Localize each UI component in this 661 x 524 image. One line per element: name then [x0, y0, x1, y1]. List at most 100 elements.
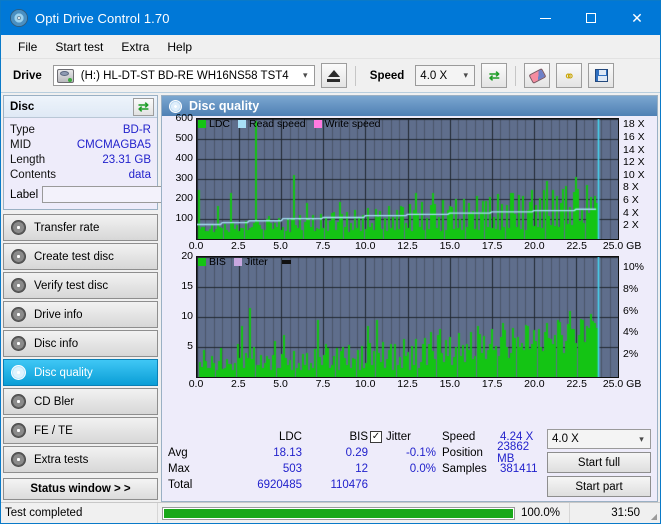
x-tick: 25.0 GB — [602, 240, 642, 252]
legend-label-read-speed: Read speed — [249, 118, 306, 130]
disc-row-type-value: BD-R — [122, 123, 151, 136]
ldc-plot-area[interactable] — [196, 118, 619, 240]
eject-button[interactable] — [320, 63, 347, 88]
jitter-checkbox[interactable]: ✓ — [370, 431, 382, 443]
resize-grip[interactable]: ◢ — [648, 503, 660, 523]
minimize-button[interactable] — [522, 1, 568, 35]
status-bar: Test completed 100.0% 31:50 ◢ — [1, 502, 660, 523]
sidebar-item-label: Disc quality — [34, 366, 93, 379]
speed-row-label: Speed — [442, 431, 476, 443]
y2-tick: 16 X — [623, 130, 645, 143]
y2-tick: 8% — [623, 282, 639, 295]
start-part-button[interactable]: Start part — [547, 476, 651, 497]
speed-select[interactable]: 4.0 X ▾ — [415, 65, 476, 86]
y2-tick: 18 X — [623, 118, 645, 131]
sidebar-item-create-test-disc[interactable]: Create test disc — [3, 243, 158, 270]
sidebar-item-label: Transfer rate — [34, 221, 100, 234]
sidebar-item-fe-te[interactable]: FE / TE — [3, 417, 158, 444]
x-tick: 20.0 — [524, 240, 545, 252]
sidebar-item-transfer-rate[interactable]: Transfer rate — [3, 214, 158, 241]
stats-row-total-label: Total — [168, 479, 193, 491]
x-tick: 22.5 — [566, 240, 587, 252]
y-tick: 100 — [175, 212, 193, 224]
chevron-down-icon: ▾ — [303, 70, 308, 80]
legend-label-ldc: LDC — [209, 118, 231, 130]
x-tick: 17.5 — [481, 240, 503, 252]
maximize-button[interactable] — [568, 1, 614, 35]
disc-row-contents-value: data — [128, 168, 151, 181]
sidebar-item-disc-quality[interactable]: Disc quality — [3, 359, 158, 386]
toolbar-divider-1 — [354, 65, 356, 86]
progress-bar — [162, 506, 515, 520]
eraser-icon — [528, 67, 547, 84]
charts-area: LDC Read speed Write speed 100 200 300 400 5… — [162, 112, 657, 426]
minimize-icon — [539, 17, 551, 19]
ldc-legend: LDC Read speed Write speed — [198, 118, 386, 130]
sidebar-item-extra-tests[interactable]: Extra tests — [3, 446, 158, 473]
jitter-avg-value: -0.1% — [405, 447, 436, 459]
app-disc-icon — [10, 9, 28, 27]
stats-header-ldc: LDC — [278, 431, 302, 443]
drive-select[interactable]: (H:) HL-DT-ST BD-RE WH16NS58 TST4 ▾ — [52, 65, 315, 86]
legend-swatch-read-speed — [238, 120, 247, 128]
start-full-button[interactable]: Start full — [547, 452, 651, 473]
action-column: 4.0 X ▾ Start full Start part — [547, 429, 651, 497]
y-tick: 600 — [175, 112, 193, 124]
legend-swatch-write-speed — [313, 120, 322, 128]
x-tick: 10.0 — [354, 378, 376, 390]
samples-row: Samples 381411 — [442, 461, 547, 477]
close-button[interactable]: ✕ — [614, 1, 660, 35]
x-tick: 15.0 — [439, 378, 461, 390]
jitter-label: Jitter — [386, 431, 411, 443]
test-speed-select[interactable]: 4.0 X ▾ — [547, 429, 651, 449]
x-tick: 12.5 — [397, 378, 418, 390]
keys-button[interactable]: ⚭ — [556, 63, 583, 88]
x-tick: 12.5 — [397, 240, 418, 252]
disc-row-mid-value: CMCMAGBA5 — [76, 138, 151, 151]
x-tick: 22.5 — [566, 378, 587, 390]
refresh-button[interactable]: ⇄ — [481, 63, 508, 88]
chevron-down-icon: ▾ — [463, 70, 469, 80]
stats-panel: LDC BIS Avg 18.13 0.29 Max 503 12 Total … — [162, 426, 657, 501]
stats-row-total-ldc: 6920485 — [257, 479, 302, 491]
x-tick: 17.5 — [481, 378, 503, 390]
disc-row-contents: Contents data — [10, 167, 151, 182]
erase-button[interactable] — [524, 63, 551, 88]
sidebar-item-disc-info[interactable]: Disc info — [3, 330, 158, 357]
window-title: Opti Drive Control 1.70 — [35, 10, 170, 26]
legend-label-jitter: Jitter — [244, 256, 268, 268]
disc-refresh-button[interactable]: ⇄ — [133, 97, 154, 116]
sidebar-item-label: Disc info — [34, 337, 79, 350]
status-window-button[interactable]: Status window > > — [3, 478, 158, 500]
ldc-y2-axis: 2 X4 X6 X8 X 10 X 12 X 14 X 16 X 18 X — [619, 118, 655, 238]
disc-panel-title: Disc — [10, 100, 35, 113]
ldc-plot-wrap: 100 200 300 400 500 600 2 X4 X6 X8 X 10 X 12 X1… — [164, 112, 655, 240]
save-button[interactable] — [588, 63, 615, 88]
disc-row-contents-key: Contents — [10, 168, 57, 181]
sidebar-item-label: Drive info — [34, 308, 83, 321]
sidebar-item-drive-info[interactable]: Drive info — [3, 301, 158, 328]
menu-extra[interactable]: Extra — [112, 37, 158, 57]
disc-icon — [11, 365, 26, 380]
ldc-y-axis: 100 200 300 400 500 600 — [164, 112, 196, 238]
menu-file[interactable]: File — [9, 37, 46, 57]
menu-start-test[interactable]: Start test — [46, 37, 112, 57]
x-tick: 2.5 — [230, 240, 246, 252]
y-tick: 5 — [187, 340, 193, 352]
y2-tick: 10% — [623, 260, 645, 273]
page-title: Disc quality — [189, 99, 260, 113]
stats-row-avg-bis: 0.29 — [345, 447, 368, 459]
menu-help[interactable]: Help — [158, 37, 201, 57]
app-window: Opti Drive Control 1.70 ✕ File Start tes… — [0, 0, 661, 524]
toolbar-divider-2 — [515, 65, 517, 86]
sidebar-item-cd-bler[interactable]: CD Bler — [3, 388, 158, 415]
legend-swatch-ldc — [198, 120, 206, 128]
y2-tick: 6 X — [623, 194, 639, 207]
y2-tick: 4% — [623, 326, 639, 339]
eject-icon — [327, 69, 341, 82]
bis-plot-area[interactable] — [196, 256, 619, 378]
sidebar-item-verify-test-disc[interactable]: Verify test disc — [3, 272, 158, 299]
x-tick: 7.5 — [315, 240, 331, 252]
disc-panel: Disc ⇄ Type BD-R MID CMCMAGBA5 Length 23… — [3, 95, 251, 210]
refresh-icon: ⇄ — [138, 99, 149, 114]
